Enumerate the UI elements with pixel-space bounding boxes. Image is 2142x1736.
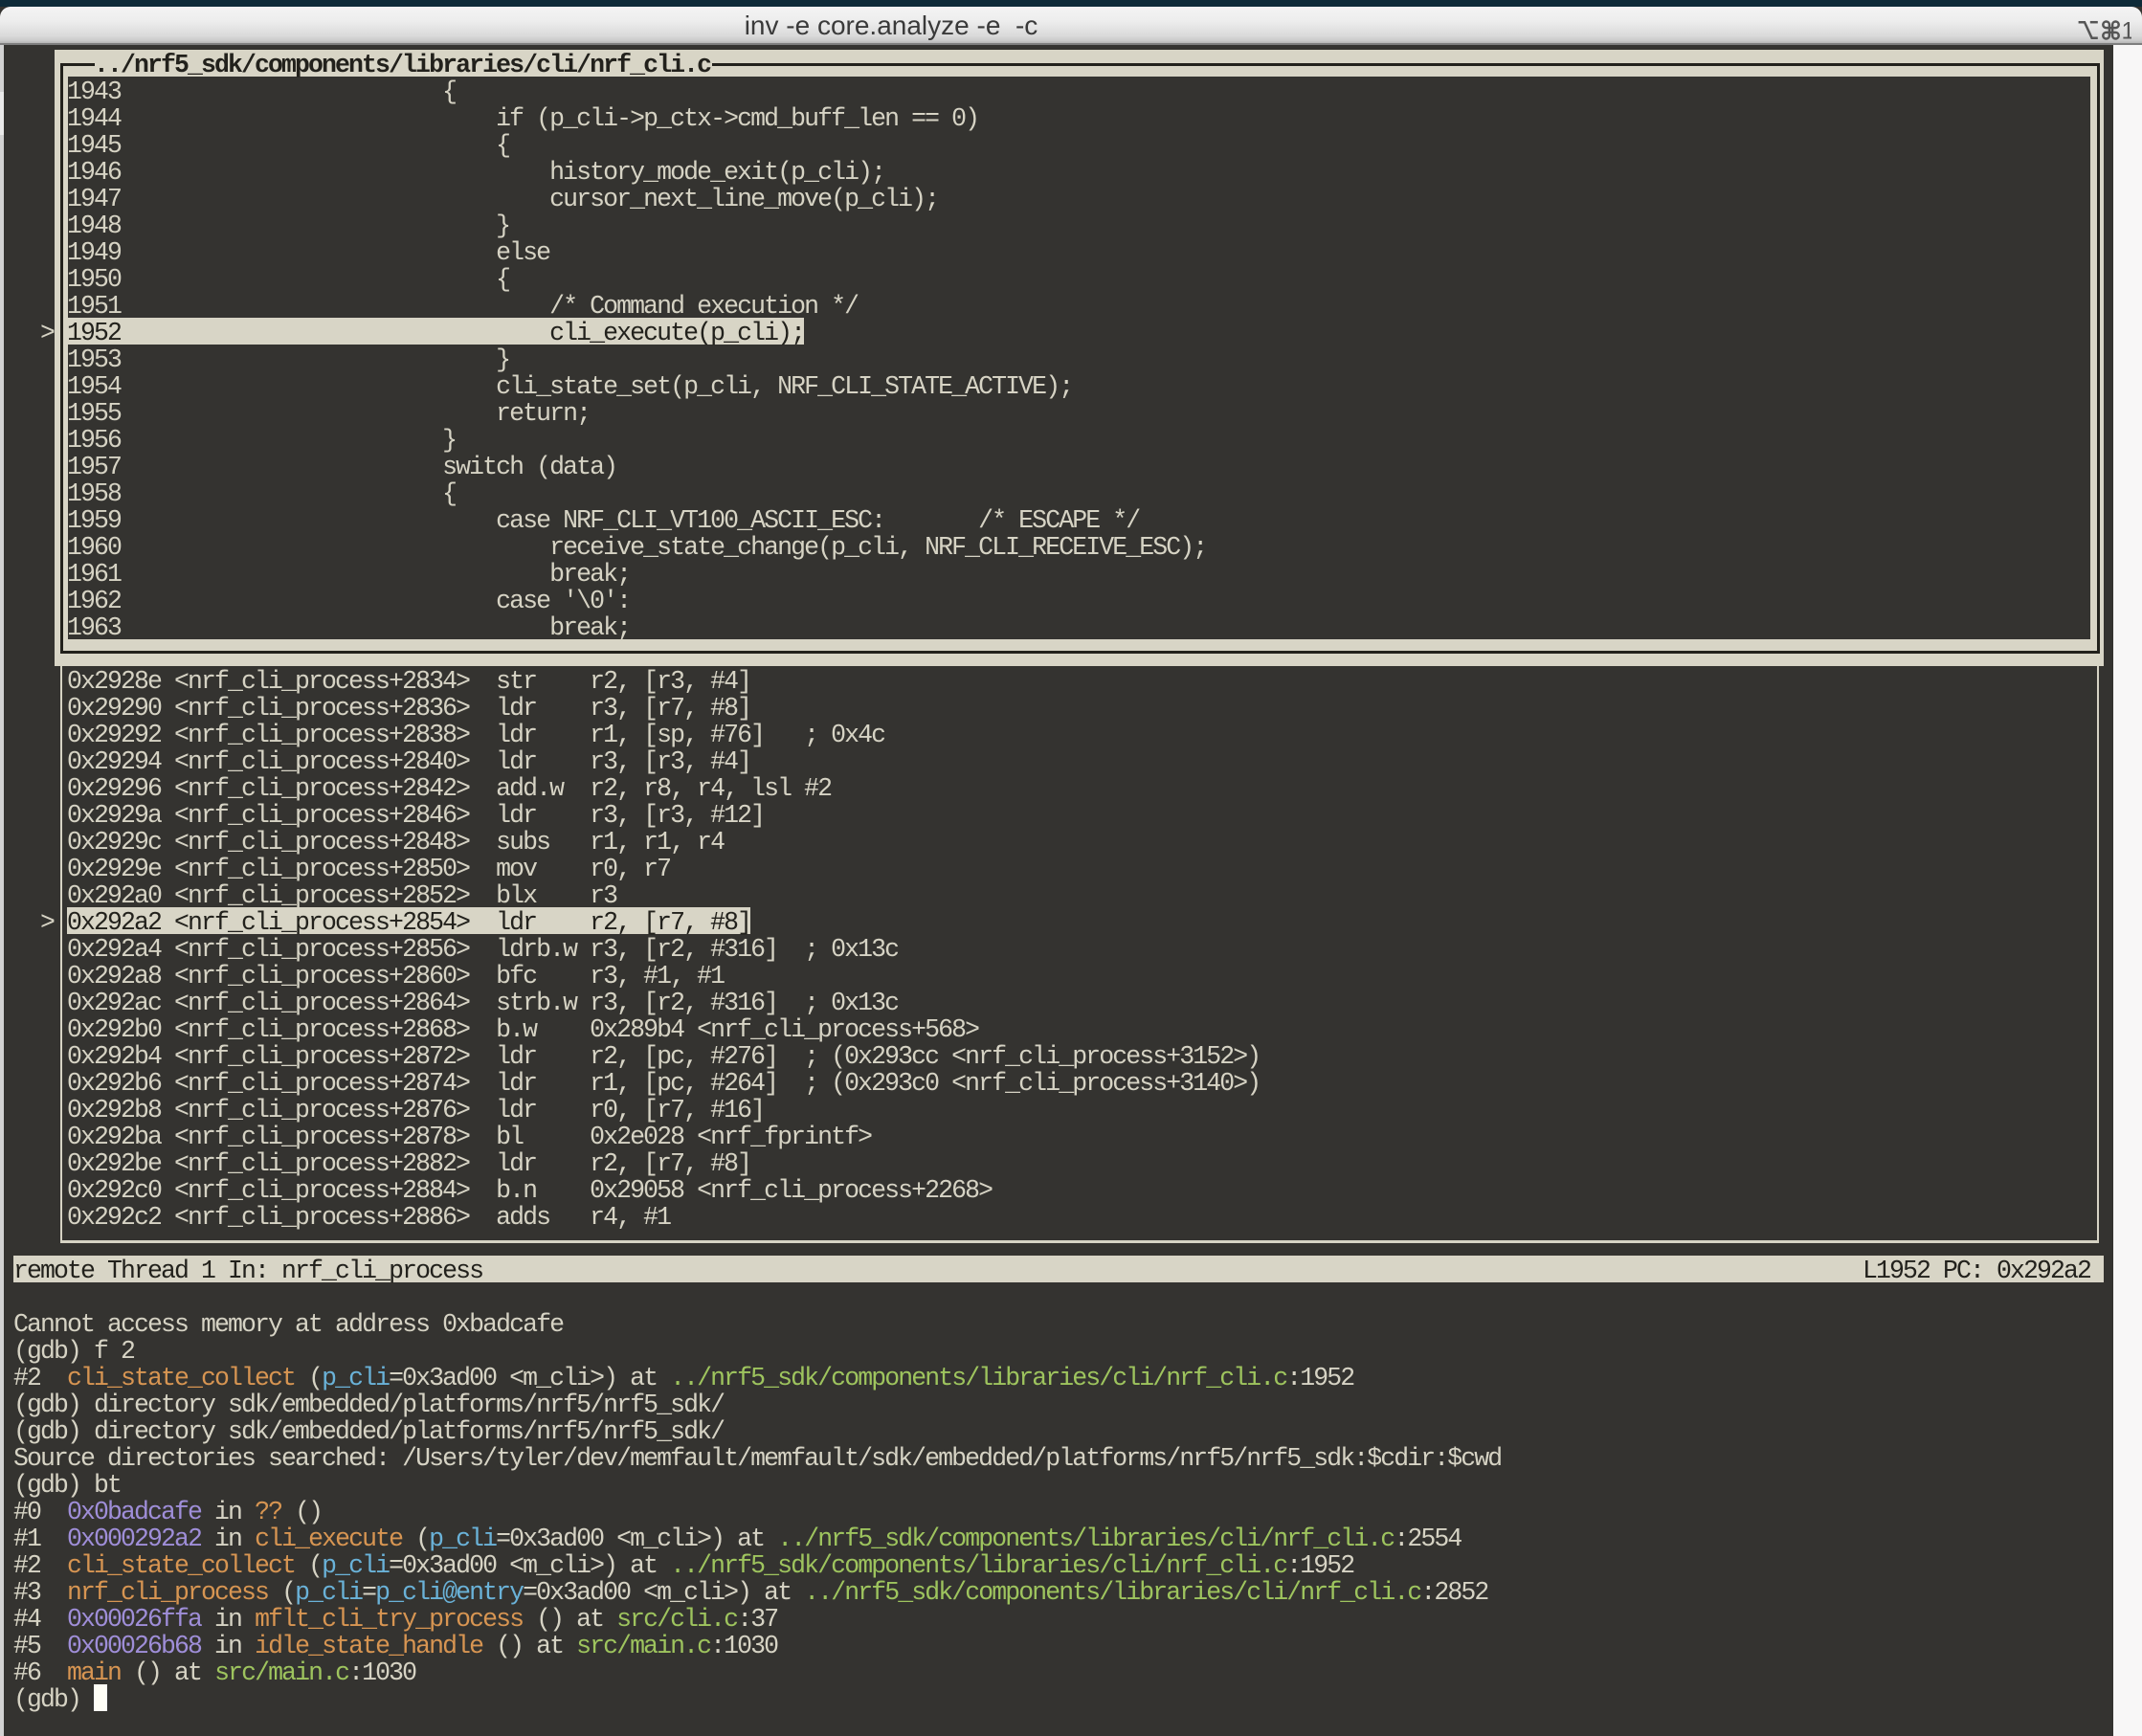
svg-text:1: 1 bbox=[2122, 20, 2132, 42]
